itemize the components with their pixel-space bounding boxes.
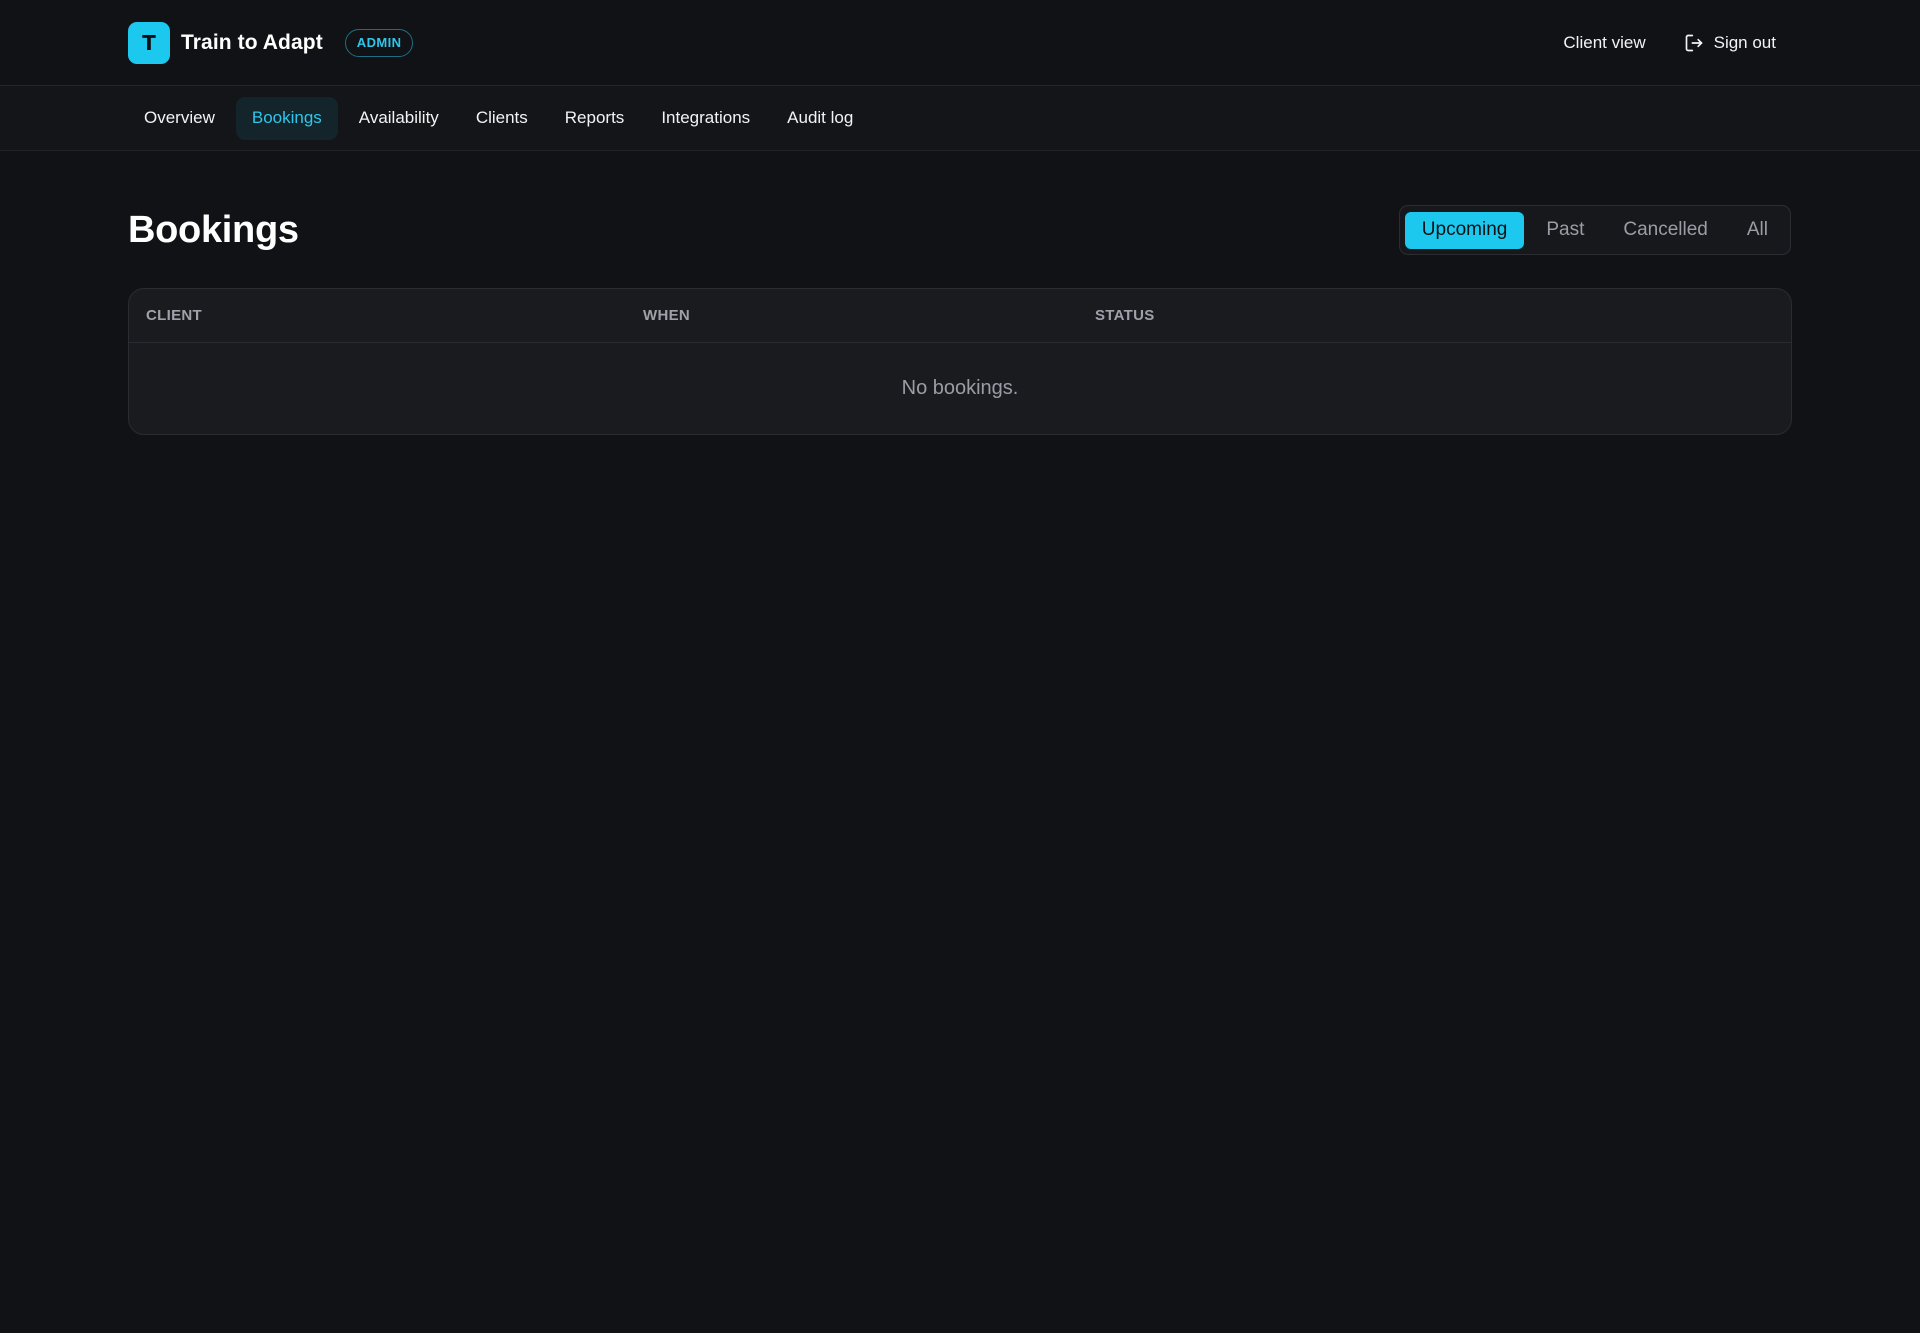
admin-badge: ADMIN [344, 28, 414, 57]
page-header: Bookings Upcoming Past Cancelled All [128, 205, 1792, 255]
app-name: Train to Adapt [181, 30, 323, 54]
client-view-link[interactable]: Client view [1547, 25, 1661, 61]
page-title: Bookings [128, 208, 299, 251]
column-status: STATUS [1095, 307, 1155, 324]
bookings-table: CLIENT WHEN STATUS No bookings. [128, 288, 1792, 435]
nav-tab-clients[interactable]: Clients [460, 97, 544, 140]
main-nav: Overview Bookings Availability Clients R… [0, 86, 1920, 151]
top-header: T Train to Adapt ADMIN Client view Sign … [0, 0, 1920, 86]
column-when: WHEN [643, 307, 691, 324]
nav-tab-overview[interactable]: Overview [128, 97, 231, 140]
sign-out-label: Sign out [1713, 32, 1776, 52]
filter-past[interactable]: Past [1529, 212, 1601, 249]
header-actions: Client view Sign out [1547, 25, 1792, 61]
nav-tab-availability[interactable]: Availability [343, 97, 455, 140]
filter-upcoming[interactable]: Upcoming [1404, 211, 1525, 249]
filter-cancelled[interactable]: Cancelled [1606, 212, 1725, 249]
sign-out-icon [1685, 34, 1702, 51]
table-header: CLIENT WHEN STATUS [129, 289, 1791, 343]
empty-state-message: No bookings. [901, 377, 1019, 399]
nav-tab-bookings[interactable]: Bookings [235, 96, 338, 140]
client-view-label: Client view [1563, 32, 1646, 52]
booking-filter-tabs: Upcoming Past Cancelled All [1398, 205, 1791, 255]
nav-tab-audit-log[interactable]: Audit log [771, 97, 869, 140]
nav-tab-reports[interactable]: Reports [549, 97, 641, 140]
filter-all[interactable]: All [1730, 212, 1785, 249]
sign-out-button[interactable]: Sign out [1668, 25, 1792, 61]
nav-tab-integrations[interactable]: Integrations [645, 97, 766, 140]
brand: T Train to Adapt ADMIN [128, 21, 414, 64]
app-logo: T [128, 21, 170, 64]
main-content: Bookings Upcoming Past Cancelled All CLI… [0, 205, 1920, 435]
column-client: CLIENT [146, 307, 202, 324]
